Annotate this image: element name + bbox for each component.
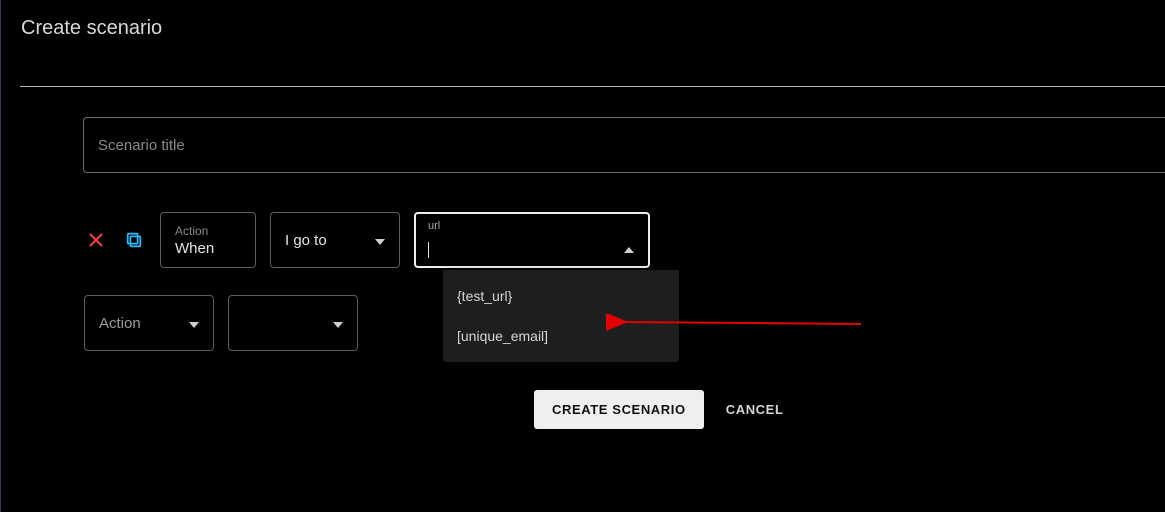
create-scenario-button[interactable]: CREATE SCENARIO (534, 390, 704, 429)
url-option[interactable]: {test_url} (443, 276, 679, 316)
action-type-value: When (175, 240, 214, 257)
url-options-dropdown[interactable]: {test_url} [unique_email] (443, 270, 679, 362)
copy-step-button[interactable] (122, 228, 146, 252)
action-type-label: Action (175, 224, 214, 238)
add-action-placeholder: Action (99, 315, 141, 332)
add-action-select[interactable]: Action (84, 295, 214, 351)
cancel-button[interactable]: CANCEL (726, 402, 784, 417)
scenario-title-input[interactable] (98, 137, 1151, 154)
add-verb-select[interactable] (228, 295, 358, 351)
action-type-select[interactable]: Action When (160, 212, 256, 268)
chevron-down-icon (375, 232, 385, 249)
verb-value: I go to (285, 232, 327, 249)
verb-select[interactable]: I go to (270, 212, 400, 268)
divider (20, 86, 1165, 87)
url-combobox[interactable]: url (414, 212, 650, 268)
chevron-down-icon (189, 315, 199, 332)
delete-step-button[interactable] (84, 228, 108, 252)
url-option[interactable]: [unique_email] (443, 316, 679, 356)
chevron-down-icon (333, 315, 343, 332)
url-field-label: url (428, 220, 636, 232)
copy-icon (125, 231, 143, 249)
close-icon (88, 232, 104, 248)
chevron-up-icon (624, 240, 634, 257)
scenario-title-field[interactable] (83, 117, 1165, 173)
url-input[interactable] (428, 234, 636, 250)
text-cursor (428, 242, 429, 258)
page-title: Create scenario (3, 0, 1165, 40)
